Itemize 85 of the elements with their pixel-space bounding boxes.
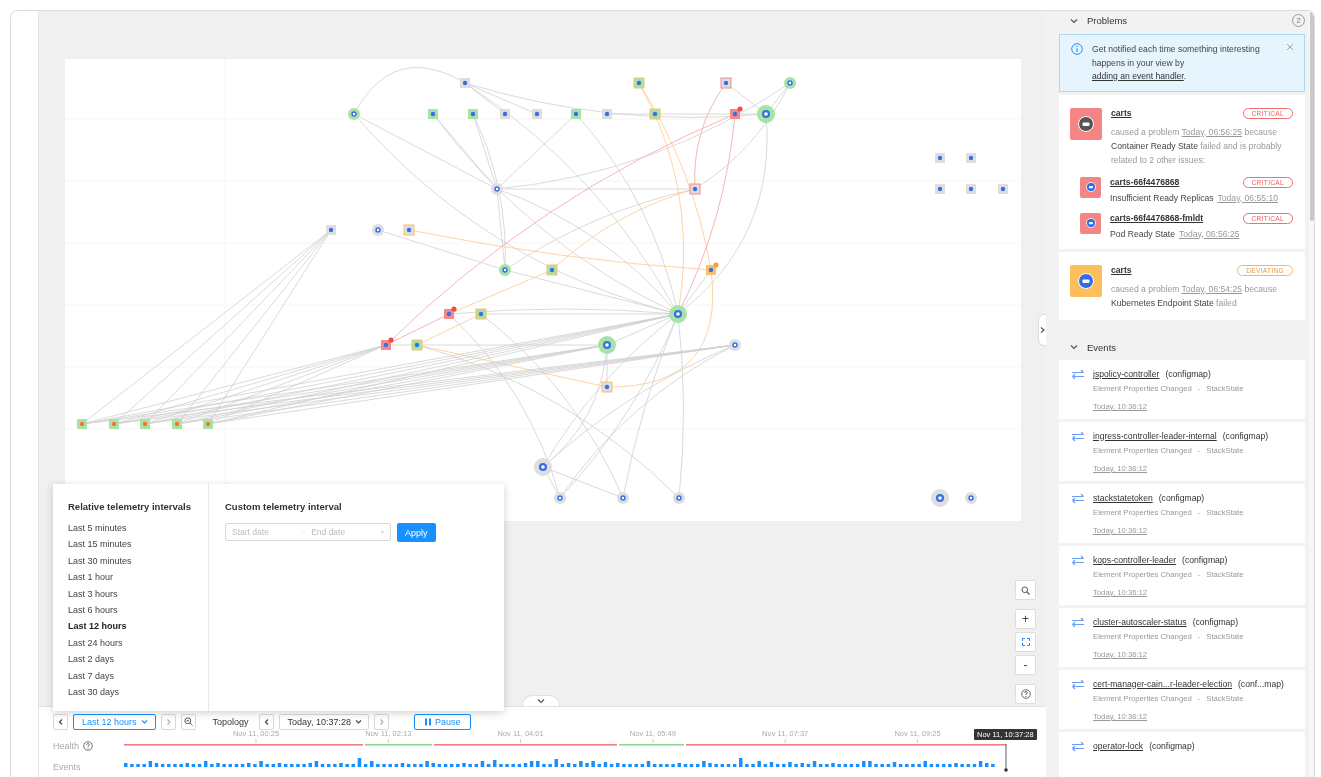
zoom-out-icon [183,717,193,726]
component-link[interactable]: carts-66f4476868-fmldt [1110,213,1204,223]
event-component-link[interactable]: ingress-controller-leader-internal [1093,430,1217,441]
events-label: Events [53,762,81,772]
section-title: Relative telemetry intervals [68,501,193,512]
chevron-left-icon [57,717,64,726]
component-icon [1085,182,1096,192]
interval-option[interactable]: Last 2 days [68,651,208,668]
component-type: (conf...map) [1238,678,1284,689]
chevron-right-icon [1039,325,1046,335]
zoom-out-button[interactable] [180,713,196,730]
interval-option[interactable]: Last 30 minutes [68,552,208,570]
event-component-link[interactable]: stackstatetoken [1093,492,1153,503]
notification-text: Get notified each time something interesting happens in your view by adding an event handler. [1092,43,1261,83]
view-label: Topology [212,716,249,727]
zoom-out-button[interactable]: - [1015,655,1036,675]
interval-option[interactable]: Last 12 hours [68,618,208,635]
component-type: (configmap) [1158,492,1205,503]
component-link[interactable]: carts [1111,108,1132,118]
component-link[interactable]: carts [1111,265,1132,275]
interval-option[interactable]: Last 1 hour [68,569,208,586]
scrollbar[interactable] [1310,11,1314,221]
search-icon [1021,585,1030,595]
component-type: (configmap) [1222,430,1269,441]
swap-arrows-icon [1071,554,1085,566]
start-date-input[interactable]: Start date [232,527,296,537]
info-icon [1071,43,1083,55]
swap-arrows-icon [1071,740,1085,752]
component-type: (configmap) [1182,554,1228,565]
component-link[interactable]: carts-66f4476868 [1110,177,1180,187]
component-type: (configmap) [1149,740,1195,751]
chevron-down-icon[interactable] [1069,342,1079,352]
event-handler-link[interactable]: adding an event handler [1092,71,1184,81]
caret-down-icon [140,718,148,725]
interval-option[interactable]: Last 15 minutes [68,536,208,553]
swap-arrows-icon [1071,368,1085,380]
problem-description: caused a problem Today, 06:56:25 because Container Ready State failed and is probably related to 2 other issues: [1111,125,1283,167]
event-component-link[interactable]: cluster-autoscaler-status [1093,616,1187,627]
interval-option[interactable]: Last 7 days [68,667,208,684]
interval-option[interactable]: Last 24 hours [68,634,208,652]
zoom-in-button[interactable]: + [1015,609,1036,629]
date-range-field[interactable]: Start date End date [225,523,391,541]
end-date-input[interactable]: End date [311,527,376,537]
health-label: Health [53,741,79,751]
interval-option[interactable]: Last 30 days [68,683,208,701]
interval-option[interactable]: Last 6 hours [68,601,208,619]
event-component-link[interactable]: operator-lock [1093,740,1144,751]
caret-down-icon [354,718,362,725]
component-icon [1078,272,1094,289]
event-component-link[interactable]: kops-controller-leader [1093,554,1177,565]
section-title[interactable]: Events [1087,341,1117,353]
chevron-right-icon [377,717,385,726]
swap-arrows-icon [1071,492,1085,504]
pause-icon [424,717,431,726]
section-title: Custom telemetry interval [225,501,343,512]
help-icon [83,741,93,751]
swap-arrows-icon [1071,678,1085,690]
check-name: Pod Ready State [1110,228,1175,239]
help-button[interactable] [1015,684,1036,704]
chevron-left-icon [262,717,270,726]
time-cursor[interactable] [1004,743,1008,772]
component-type: (configmap) [1192,616,1238,627]
previous-button[interactable] [53,713,68,730]
check-name: Insufficient Ready Replicas [1110,192,1214,203]
chevron-right-icon [164,717,172,726]
swap-arrows-icon [1071,616,1085,628]
interval-option[interactable]: Last 5 minutes [68,520,208,537]
problem-description: caused a problem Today, 06:54:25 because Kubernetes Endpoint State failed [1111,282,1278,310]
event-component-link[interactable]: cert-manager-cain...r-leader-election [1093,678,1232,689]
event-card[interactable]: operator-lock (configmap) [1059,731,1305,777]
swap-arrows-icon [1071,430,1085,442]
previous-button[interactable] [258,713,274,730]
event-component-link[interactable]: jspolicy-controller [1093,368,1160,379]
component-icon [1085,218,1096,228]
section-title[interactable]: Problems [1087,15,1128,26]
component-type: (configmap) [1165,368,1211,379]
close-icon[interactable] [1286,43,1294,51]
time-dropdown[interactable]: Today, 10:37:28 [278,713,369,730]
interval-option[interactable]: Last 3 hours [68,585,208,602]
component-icon [1078,115,1094,132]
search-button[interactable] [1015,580,1036,600]
chevron-down-icon [536,696,546,706]
help-icon [1020,689,1031,699]
fit-view-button[interactable] [1015,632,1036,652]
fit-icon [1021,638,1030,646]
